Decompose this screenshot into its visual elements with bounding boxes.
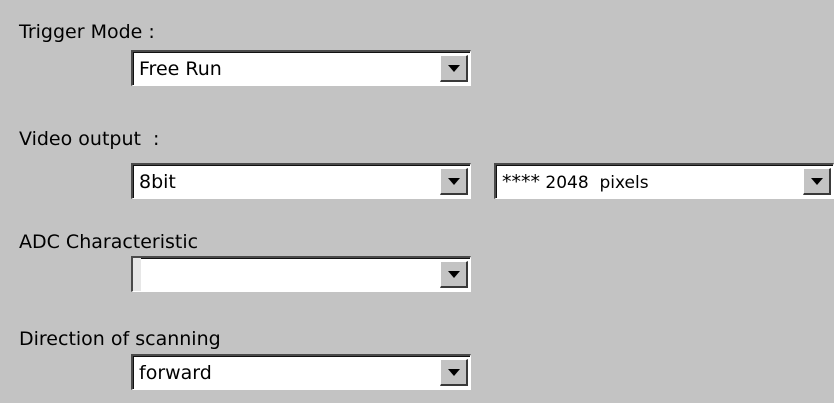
trigger-mode-label: Trigger Mode : xyxy=(19,21,155,43)
chevron-down-icon xyxy=(448,369,460,376)
direction-of-scanning-select[interactable]: forward xyxy=(131,354,471,390)
direction-of-scanning-value: forward xyxy=(139,362,212,384)
trigger-mode-value: Free Run xyxy=(139,58,222,80)
pixels-count: 2048 pixels xyxy=(540,173,649,193)
field-edge-shade xyxy=(133,258,141,291)
adc-characteristic-select[interactable] xyxy=(131,256,471,292)
direction-of-scanning-dropdown-button[interactable] xyxy=(440,359,468,386)
chevron-down-icon xyxy=(811,178,823,185)
direction-of-scanning-label: Direction of scanning xyxy=(19,328,221,350)
trigger-mode-select[interactable]: Free Run xyxy=(131,50,471,86)
pixels-prefix: **** xyxy=(502,171,540,193)
video-output-bit-select[interactable]: 8bit xyxy=(131,163,471,199)
video-output-label: Video output : xyxy=(19,128,160,150)
video-output-bit-value: 8bit xyxy=(139,171,176,193)
chevron-down-icon xyxy=(448,271,460,278)
adc-characteristic-label: ADC Characteristic xyxy=(19,231,199,253)
adc-characteristic-dropdown-button[interactable] xyxy=(440,261,468,288)
trigger-mode-dropdown-button[interactable] xyxy=(440,55,468,82)
chevron-down-icon xyxy=(448,65,460,72)
video-output-pixels-dropdown-button[interactable] xyxy=(803,168,831,195)
chevron-down-icon xyxy=(448,178,460,185)
video-output-pixels-select[interactable]: **** 2048 pixels xyxy=(494,163,834,199)
video-output-pixels-value: **** 2048 pixels xyxy=(502,170,649,195)
video-output-bit-dropdown-button[interactable] xyxy=(440,168,468,195)
